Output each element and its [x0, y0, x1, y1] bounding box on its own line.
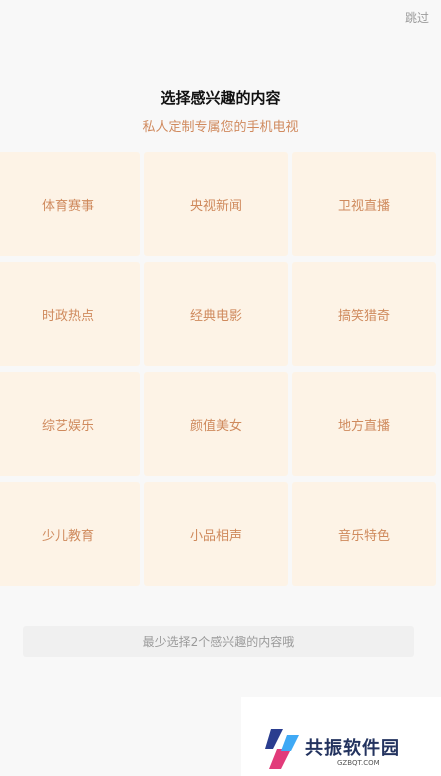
interest-tile-music[interactable]: 音乐特色: [292, 482, 436, 586]
confirm-button[interactable]: 最少选择2个感兴趣的内容哦: [23, 626, 414, 657]
interest-tile-kids-education[interactable]: 少儿教育: [0, 482, 140, 586]
watermark: 共振软件园 GZBQT.COM: [241, 697, 441, 776]
interest-tile-funny[interactable]: 搞笑猎奇: [292, 262, 436, 366]
page-subtitle: 私人定制专属您的手机电视: [142, 120, 299, 135]
interest-tile-cctv-news[interactable]: 央视新闻: [144, 152, 288, 256]
interest-tile-satellite-live[interactable]: 卫视直播: [292, 152, 436, 256]
interest-tile-current-affairs[interactable]: 时政热点: [0, 262, 140, 366]
watermark-logo-icon: [265, 729, 299, 769]
interest-tile-beauty[interactable]: 颜值美女: [144, 372, 288, 476]
page-title: 选择感兴趣的内容: [160, 89, 281, 107]
interest-tile-sports[interactable]: 体育赛事: [0, 152, 140, 256]
interest-grid: 体育赛事 央视新闻 卫视直播 时政热点 经典电影 搞笑猎奇 综艺娱乐 颜值美女 …: [0, 152, 436, 586]
interest-tile-local-live[interactable]: 地方直播: [292, 372, 436, 476]
watermark-name: 共振软件园: [305, 738, 400, 759]
interest-tile-variety[interactable]: 综艺娱乐: [0, 372, 140, 476]
interest-tile-classic-movies[interactable]: 经典电影: [144, 262, 288, 366]
skip-button[interactable]: 跳过: [405, 9, 429, 26]
watermark-url: GZBQT.COM: [337, 759, 380, 767]
interest-tile-comedy-skits[interactable]: 小品相声: [144, 482, 288, 586]
